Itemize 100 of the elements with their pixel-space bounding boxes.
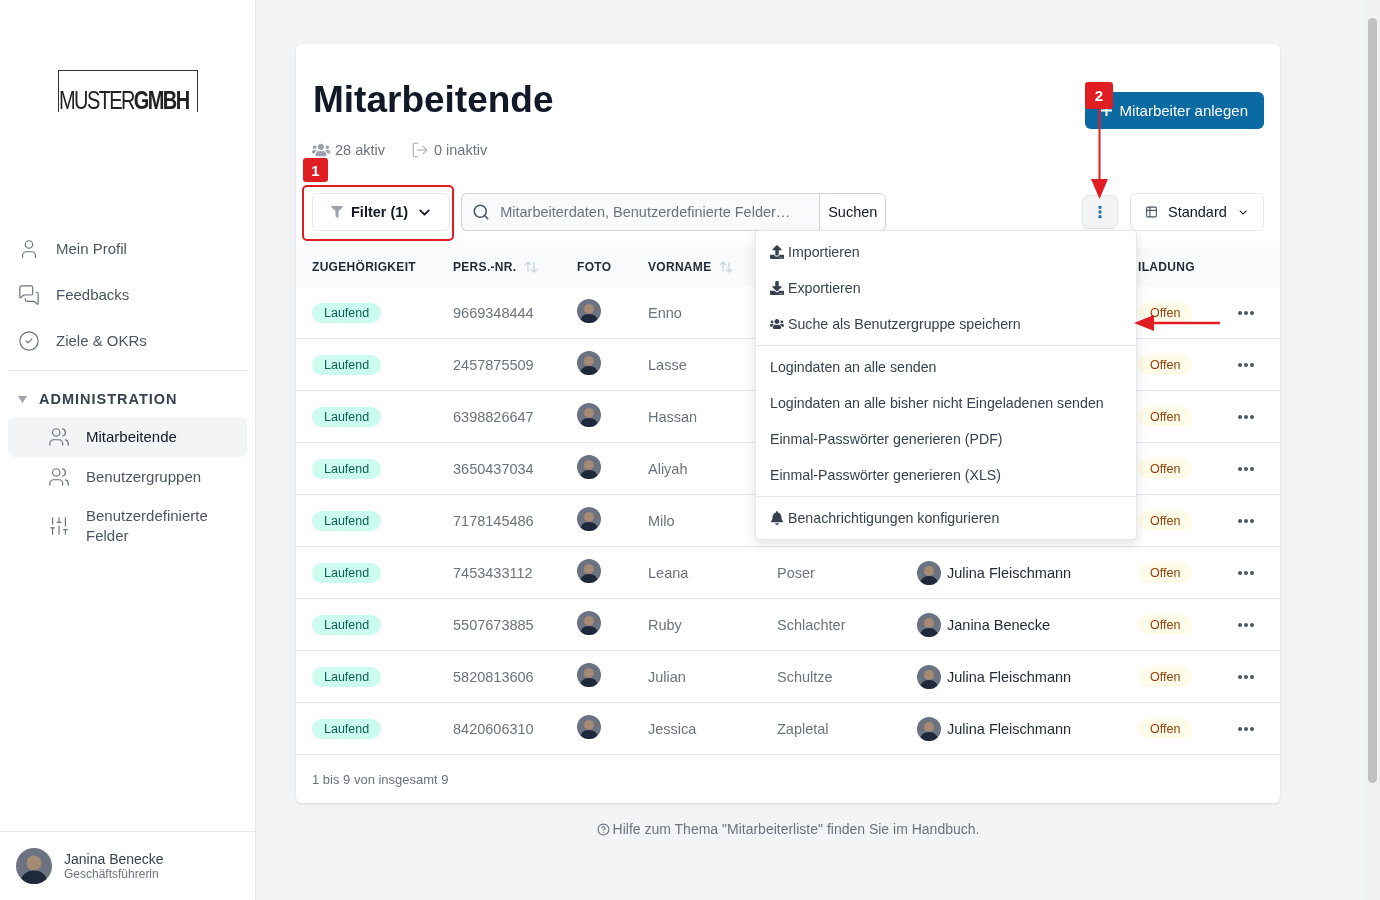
callout-number: 2 (1085, 82, 1113, 109)
section-toggle[interactable]: ADMINISTRATION (8, 385, 247, 413)
menu-item[interactable]: Exportieren (756, 270, 1136, 306)
more-icon (1238, 622, 1254, 627)
invitation-badge: Offen (1138, 510, 1193, 531)
page-title: Mitarbeitende (313, 78, 554, 122)
nav-item[interactable]: Ziele & OKRs (8, 318, 247, 364)
invitation-badge: Offen (1138, 354, 1193, 375)
table-cell-text: 9669348444 (453, 304, 535, 321)
avatar-icon (577, 402, 601, 427)
scrollbar[interactable] (1365, 0, 1380, 900)
table-cell-text: 8420606310 (453, 720, 535, 737)
more-icon (1238, 466, 1254, 471)
row-menu-button[interactable] (1238, 674, 1254, 679)
users-icon (312, 141, 330, 159)
invitation-badge: Offen (1138, 302, 1193, 323)
avatar-icon (917, 560, 941, 585)
table-cell-text: Ruby (648, 616, 683, 633)
avatar-icon (917, 664, 941, 689)
row-menu-button[interactable] (1238, 570, 1254, 575)
invitation-badge: Offen (1138, 666, 1193, 687)
users-icon (48, 426, 70, 448)
table-cell-text: Zapletal (777, 720, 830, 737)
table-cell-text: Schlachter (777, 616, 847, 633)
avatar-icon (577, 298, 601, 323)
invitation-badge: Offen (1138, 406, 1193, 427)
more-icon (1238, 726, 1254, 731)
table-cell-text: Poser (777, 564, 816, 581)
menu-item[interactable]: Einmal-Passwörter generieren (XLS) (756, 457, 1136, 493)
more-icon (1238, 674, 1254, 679)
avatar-icon (577, 610, 601, 635)
pagination-summary: 1 bis 9 von insgesamt 9 (311, 771, 450, 789)
help-icon (596, 822, 610, 836)
column-header: ILADUNG (1138, 260, 1195, 274)
chat-icon (18, 284, 40, 306)
status-badge: Laufend (312, 562, 382, 583)
manager-name: Julina Fleischmann (947, 668, 1072, 685)
row-menu-button[interactable] (1238, 466, 1254, 471)
table-cell-text: Schultze (777, 668, 834, 685)
status-badge: Laufend (312, 614, 382, 635)
search-button[interactable]: Suchen (819, 193, 887, 231)
row-menu-button[interactable] (1238, 362, 1254, 367)
menu-item[interactable]: Logindaten an alle senden (756, 349, 1136, 385)
nav-item[interactable]: Mitarbeitende (8, 417, 247, 457)
nav-item[interactable]: Mein Profil (8, 226, 247, 272)
view-select[interactable]: Standard (1130, 193, 1264, 231)
avatar-icon (577, 558, 601, 583)
table-cell-text: 5507673885 (453, 616, 535, 633)
row-menu-button[interactable] (1238, 310, 1254, 315)
help-text: Hilfe zum Thema "Mitarbeiterliste" finden Sie im Handbuch. (596, 821, 980, 837)
search-field[interactable]: Mitarbeiterdaten, Benutzerdefinierte Felder… (461, 193, 820, 231)
caret-icon (18, 394, 27, 404)
table-icon (1145, 204, 1158, 220)
invitation-badge: Offen (1138, 614, 1193, 635)
menu-item[interactable]: Importieren (756, 234, 1136, 270)
nav-item[interactable]: Feedbacks (8, 272, 247, 318)
table-cell-text: Enno (648, 304, 683, 321)
more-icon (1238, 310, 1254, 315)
avatar-icon (577, 662, 601, 687)
table-cell-text: 7178145486 (453, 512, 535, 529)
menu-item[interactable]: Logindaten an alle bisher nicht Eingeladenen senden (756, 385, 1136, 421)
row-menu-button[interactable] (1238, 518, 1254, 523)
manager-name: Julina Fleischmann (947, 564, 1072, 581)
table-cell-text: 3650437034 (453, 460, 535, 477)
more-icon (1238, 414, 1254, 419)
manager-name: Janina Benecke (947, 616, 1051, 633)
status-badge: Laufend (312, 510, 382, 531)
menu-item[interactable]: Benachrichtigungen konfigurieren (756, 500, 1136, 536)
manager-name: Julina Fleischmann (947, 720, 1072, 737)
invitation-badge: Offen (1138, 718, 1193, 739)
menu-item[interactable]: Einmal-Passwörter generieren (PDF) (756, 421, 1136, 457)
nav-item[interactable]: Benutzergruppen (8, 457, 247, 497)
avatar-icon (917, 716, 941, 741)
avatar-icon (917, 612, 941, 637)
avatar-icon (577, 350, 601, 375)
invitation-badge: Offen (1138, 458, 1193, 479)
menu-item[interactable]: Suche als Benutzergruppe speichern (756, 306, 1136, 342)
more-icon (1238, 570, 1254, 575)
table-cell-text: 2457875509 (453, 356, 535, 373)
invitation-badge: Offen (1138, 562, 1193, 583)
status-badge: Laufend (312, 406, 382, 427)
table-cell-text: Hassan (648, 408, 699, 425)
users-icon (48, 466, 70, 488)
upload-icon (770, 245, 784, 259)
status-badge: Laufend (312, 354, 382, 375)
stat-text: 28 aktiv (335, 142, 385, 158)
row-menu-button[interactable] (1238, 414, 1254, 419)
row-menu-button[interactable] (1238, 726, 1254, 731)
status-badge: Laufend (312, 666, 382, 687)
row-menu-button[interactable] (1238, 622, 1254, 627)
more-icon (1238, 362, 1254, 367)
more-icon (1238, 518, 1254, 523)
avatar-icon (577, 714, 601, 739)
avatar-icon (577, 506, 601, 531)
filter-button[interactable]: Filter (1) (312, 193, 451, 231)
users-icon (770, 317, 784, 331)
user-role: Geschäftsführerin (64, 867, 160, 881)
filter-icon (331, 206, 343, 218)
table-cell-text: Jessica (648, 720, 698, 737)
nav-item[interactable]: Benutzerdefinierte Felder (8, 497, 247, 555)
